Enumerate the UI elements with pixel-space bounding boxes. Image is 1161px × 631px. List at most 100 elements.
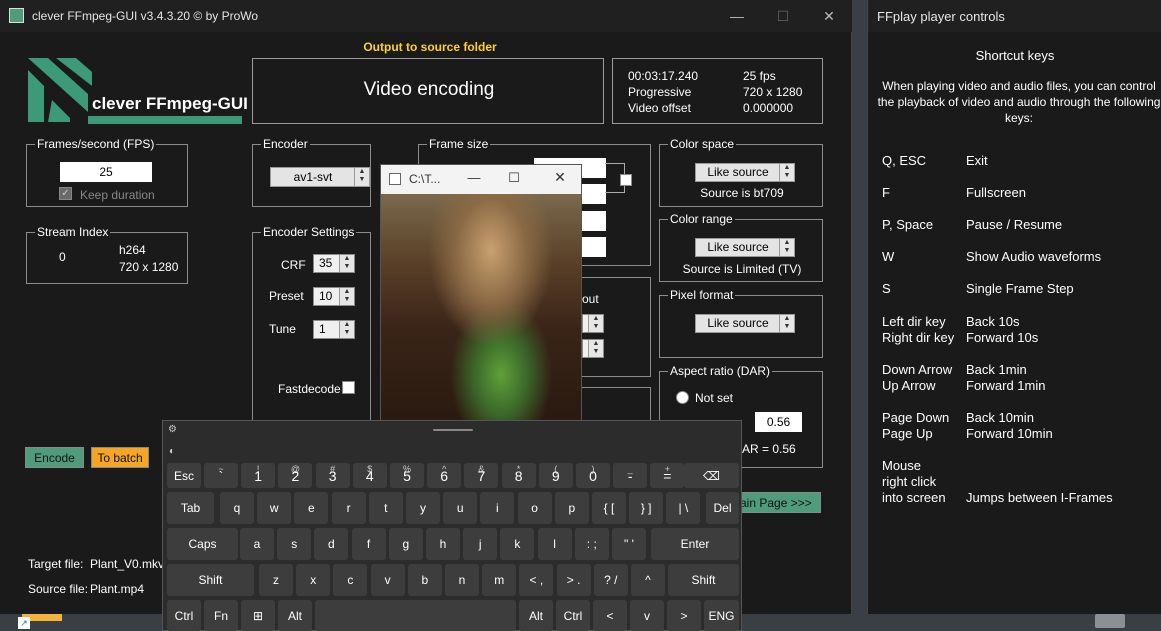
key[interactable]: f — [351, 528, 386, 560]
key[interactable]: ) 0 — [576, 463, 610, 488]
crop-input-1[interactable] — [582, 211, 606, 231]
frame-height-input[interactable] — [582, 184, 606, 204]
key[interactable]: ⊞ — [241, 600, 275, 631]
aspect-lock-checkbox[interactable] — [620, 174, 632, 186]
key[interactable]: y — [406, 492, 440, 524]
key[interactable]: g — [388, 528, 423, 560]
not-set-radio[interactable] — [676, 391, 689, 404]
main-page-button[interactable]: ain Page >>> — [735, 492, 821, 513]
key[interactable]: : ; — [574, 528, 609, 560]
fastdecode-checkbox[interactable] — [342, 381, 355, 394]
key[interactable]: q — [220, 492, 254, 524]
key[interactable]: | \ — [666, 492, 701, 524]
keep-duration-checkbox[interactable]: ✓ — [59, 187, 72, 200]
encode-button[interactable]: Encode — [25, 447, 84, 468]
key[interactable]: Enter — [651, 528, 739, 560]
main-titlebar[interactable]: clever FFmpeg-GUI v3.4.3.20 © by ProWo —… — [0, 0, 852, 32]
color-range-select[interactable]: Like source ▲ ▼ — [695, 238, 795, 257]
tune-spinner[interactable]: 1 ▲ ▼ — [313, 320, 355, 339]
encoder-select[interactable]: av1-svt ▲ ▼ — [270, 167, 370, 187]
key[interactable]: v — [630, 600, 664, 631]
key[interactable]: Ctrl — [167, 600, 201, 631]
key[interactable]: _ - — [613, 463, 648, 488]
key[interactable]: & 7 — [464, 463, 499, 488]
key[interactable]: > . — [556, 564, 591, 596]
key[interactable]: s — [277, 528, 312, 560]
key[interactable]: w — [257, 492, 292, 524]
key[interactable]: d — [314, 528, 349, 560]
video-minimize-button[interactable]: — — [459, 170, 489, 185]
key[interactable]: $4 — [352, 463, 387, 488]
key[interactable]: (9 — [538, 463, 573, 488]
key[interactable]: o — [517, 492, 552, 524]
key[interactable]: x — [296, 564, 331, 596]
key[interactable]: l — [537, 528, 572, 560]
keyboard-settings-icon[interactable]: ⚙ — [168, 424, 177, 435]
video-maximize-button[interactable]: ☐ — [499, 170, 529, 186]
key[interactable]: m — [482, 564, 517, 596]
key[interactable]: ^ 6 — [427, 463, 462, 488]
key[interactable]: Caps — [167, 528, 238, 560]
video-titlebar[interactable]: C:\T... — ☐ ✕ — [381, 165, 581, 194]
audio-spinner-2[interactable]: ▲ ▼ — [582, 339, 604, 358]
key[interactable]: { [ — [592, 492, 626, 524]
close-button[interactable]: ✕ — [806, 0, 852, 32]
key[interactable]: ? / — [593, 564, 628, 596]
key[interactable]: Ctrl — [556, 600, 590, 631]
audio-spinner-1[interactable]: ▲ ▼ — [582, 314, 604, 333]
key[interactable]: " ' — [612, 528, 646, 560]
key[interactable]: ⌫ — [684, 463, 739, 488]
key[interactable]: v — [370, 564, 405, 596]
key[interactable]: b — [407, 564, 442, 596]
key[interactable]: @2 — [278, 463, 313, 488]
key[interactable]: u — [443, 492, 478, 524]
key[interactable]: < — [593, 600, 627, 631]
pixel-format-select[interactable]: Like source ▲ ▼ — [695, 314, 795, 333]
key[interactable]: * 8 — [501, 463, 536, 488]
key[interactable]: k — [500, 528, 535, 560]
key[interactable]: ! 1 — [241, 463, 276, 488]
key[interactable]: e — [294, 492, 329, 524]
keyboard-pin-icon[interactable]: ◐ — [169, 446, 175, 457]
video-frame[interactable] — [381, 194, 581, 420]
key[interactable]: < , — [519, 564, 554, 596]
key[interactable]: ~ ` — [204, 463, 238, 488]
key[interactable]: t — [368, 492, 403, 524]
key[interactable]: i — [480, 492, 515, 524]
key[interactable]: n — [445, 564, 479, 596]
key[interactable]: r — [331, 492, 366, 524]
key[interactable]: ^ — [631, 564, 665, 596]
key[interactable]: + = — [650, 463, 685, 488]
ffplay-titlebar[interactable]: FFplay player controls — [868, 0, 1161, 32]
key[interactable]: h — [426, 528, 460, 560]
key[interactable]: Tab — [167, 492, 214, 524]
key[interactable]: p — [554, 492, 589, 524]
key[interactable] — [315, 600, 516, 631]
key[interactable]: Shift — [167, 564, 254, 596]
key[interactable]: Esc — [167, 463, 201, 488]
key[interactable]: z — [259, 564, 293, 596]
key[interactable]: c — [333, 564, 368, 596]
to-batch-button[interactable]: To batch — [91, 447, 149, 468]
video-close-button[interactable]: ✕ — [545, 169, 575, 186]
preset-spinner[interactable]: 10 ▲ ▼ — [313, 287, 355, 306]
key[interactable]: Fn — [204, 600, 238, 631]
fps-input[interactable]: 25 — [60, 162, 152, 182]
crf-spinner[interactable]: 35 ▲ ▼ — [313, 254, 355, 273]
taskbar-app-icon[interactable] — [1095, 614, 1125, 628]
maximize-button[interactable]: ☐ — [760, 0, 806, 32]
key[interactable]: } ] — [629, 492, 664, 524]
key[interactable]: Shift — [668, 564, 739, 596]
color-space-select[interactable]: Like source ▲ ▼ — [695, 163, 795, 182]
aspect-ratio-input[interactable]: 0.56 — [755, 412, 802, 432]
key[interactable]: % 5 — [390, 463, 424, 488]
minimize-button[interactable]: — — [714, 0, 760, 32]
key[interactable]: Del — [706, 492, 739, 524]
key[interactable]: #3 — [315, 463, 350, 488]
key[interactable]: Alt — [278, 600, 312, 631]
key[interactable]: j — [463, 528, 498, 560]
keyboard-drag-handle[interactable] — [433, 429, 473, 431]
key[interactable]: > — [667, 600, 701, 631]
key[interactable]: Alt — [519, 600, 553, 631]
key[interactable]: ENG — [704, 600, 739, 631]
